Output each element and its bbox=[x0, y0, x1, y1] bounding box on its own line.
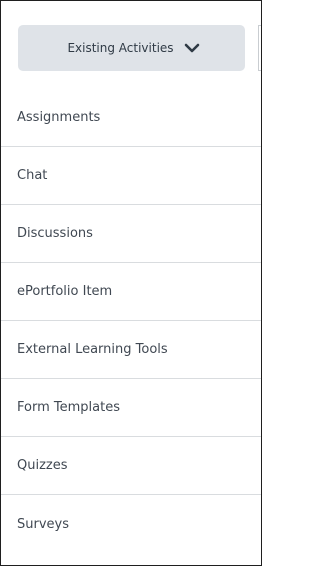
chevron-down-icon bbox=[184, 43, 199, 53]
menu-item-label: Assignments bbox=[17, 110, 101, 125]
menu-item-label: Form Templates bbox=[17, 400, 120, 415]
menu-item-quizzes[interactable]: Quizzes bbox=[1, 437, 261, 495]
menu-item-label: Chat bbox=[17, 168, 48, 183]
menu-item-external-learning-tools[interactable]: External Learning Tools bbox=[1, 321, 261, 379]
menu-item-label: ePortfolio Item bbox=[17, 284, 113, 299]
menu-item-form-templates[interactable]: Form Templates bbox=[1, 379, 261, 437]
dropdown-label: Existing Activities bbox=[67, 41, 174, 55]
menu-item-chat[interactable]: Chat bbox=[1, 147, 261, 205]
menu-item-eportfolio-item[interactable]: ePortfolio Item bbox=[1, 263, 261, 321]
menu-item-label: Quizzes bbox=[17, 458, 68, 473]
activities-panel: Existing Activities Assignments Chat Dis… bbox=[0, 0, 262, 566]
menu-item-label: External Learning Tools bbox=[17, 342, 168, 357]
menu-item-surveys[interactable]: Surveys bbox=[1, 495, 261, 553]
activities-toolbar: Existing Activities bbox=[1, 1, 261, 90]
menu-item-label: Surveys bbox=[17, 516, 69, 532]
menu-item-assignments[interactable]: Assignments bbox=[1, 89, 261, 147]
existing-activities-dropdown[interactable]: Existing Activities bbox=[18, 25, 245, 71]
activities-menu: Assignments Chat Discussions ePortfolio … bbox=[1, 89, 261, 553]
menu-item-label: Discussions bbox=[17, 226, 93, 241]
menu-item-discussions[interactable]: Discussions bbox=[1, 205, 261, 263]
adjacent-button-edge bbox=[258, 25, 261, 71]
